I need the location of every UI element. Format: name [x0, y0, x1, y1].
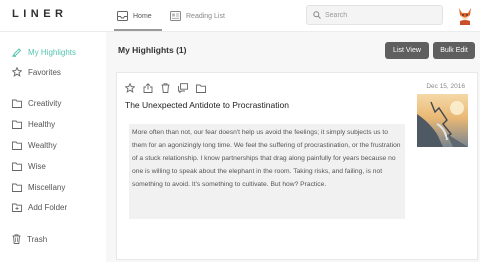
move-to-folder-icon[interactable] [196, 84, 206, 93]
highlighter-icon [12, 48, 22, 57]
add-folder-button[interactable]: Add Folder [12, 200, 67, 214]
highlight-text[interactable]: More often than not, our fear doesn't he… [129, 124, 405, 219]
folder-icon [12, 141, 22, 150]
search-icon [313, 11, 321, 19]
share-icon[interactable] [143, 83, 153, 93]
top-bar: LINER Home Reading List [0, 0, 480, 32]
sidebar: My Highlights Favorites Creativity Healt… [0, 32, 100, 262]
sidebar-item-healthy[interactable]: Healthy [12, 117, 55, 131]
sidebar-item-wealthy[interactable]: Wealthy [12, 138, 57, 152]
fox-avatar-icon [459, 8, 471, 25]
sidebar-item-wise[interactable]: Wise [12, 159, 46, 173]
sidebar-item-miscellany[interactable]: Miscellany [12, 180, 65, 194]
comment-icon[interactable] [178, 83, 188, 93]
sidebar-item-favorites[interactable]: Favorites [12, 65, 61, 79]
tab-reading-list[interactable]: Reading List [170, 7, 225, 25]
folder-icon [12, 183, 22, 192]
trash-icon [12, 234, 21, 244]
article-title[interactable]: The Unexpected Antidote to Procrastinati… [125, 100, 289, 110]
sidebar-item-trash[interactable]: Trash [12, 232, 47, 246]
sidebar-item-label: Add Folder [28, 202, 68, 212]
sidebar-item-my-highlights[interactable]: My Highlights [12, 45, 76, 59]
tab-home-label: Home [133, 12, 152, 20]
star-icon [12, 67, 22, 77]
inbox-icon [117, 11, 128, 21]
folder-plus-icon [12, 203, 22, 212]
app-logo[interactable]: LINER [12, 8, 68, 20]
sidebar-item-label: Creativity [28, 98, 62, 108]
list-view-button[interactable]: List View [385, 42, 429, 59]
search-box[interactable] [306, 5, 443, 25]
sidebar-item-creativity[interactable]: Creativity [12, 96, 61, 110]
page-title: My Highlights (1) [118, 45, 187, 55]
newspaper-icon [170, 11, 181, 21]
user-avatar[interactable] [457, 5, 473, 25]
folder-icon [12, 162, 22, 171]
sidebar-item-label: Healthy [28, 119, 56, 129]
search-input[interactable] [325, 11, 435, 19]
sidebar-item-label: Miscellany [28, 182, 66, 192]
sidebar-item-label: Trash [27, 234, 48, 244]
folder-icon [12, 120, 22, 129]
main-content: My Highlights (1) List View Bulk Edit De… [106, 32, 480, 262]
highlight-date: Dec 15, 2016 [426, 83, 465, 90]
article-thumbnail[interactable] [417, 94, 468, 147]
favorite-star-icon[interactable] [125, 83, 135, 93]
folder-icon [12, 99, 22, 108]
card-actions [125, 82, 214, 94]
bulk-edit-button[interactable]: Bulk Edit [433, 42, 475, 59]
sidebar-item-label: Favorites [28, 67, 61, 77]
delete-icon[interactable] [161, 83, 170, 93]
sidebar-item-label: Wealthy [28, 140, 57, 150]
thumbnail-image [417, 94, 468, 147]
highlight-card[interactable]: Dec 15, 2016 The Unexpected Antidote to … [116, 72, 478, 260]
sidebar-item-label: My Highlights [28, 47, 77, 57]
sidebar-item-label: Wise [28, 161, 46, 171]
tab-home[interactable]: Home [117, 7, 152, 25]
tab-reading-list-label: Reading List [186, 12, 225, 20]
